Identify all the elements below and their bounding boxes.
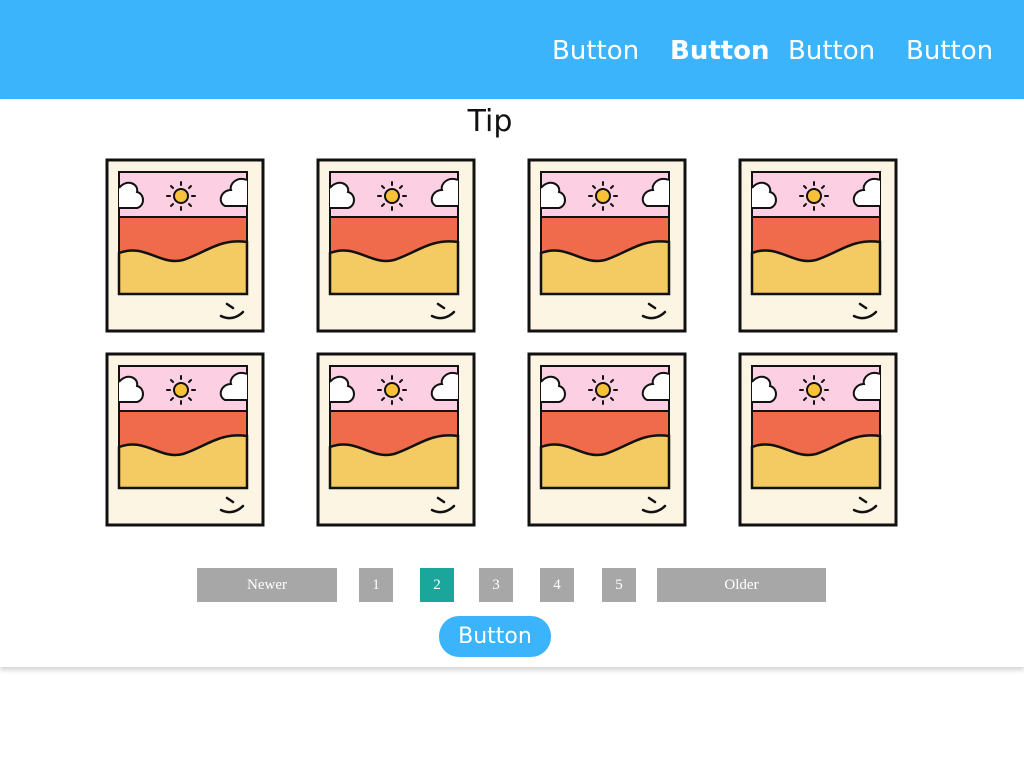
- polaroid-landscape-icon: [527, 352, 687, 527]
- gallery-item[interactable]: [105, 352, 265, 527]
- gallery-item[interactable]: [105, 158, 265, 333]
- page-button-5[interactable]: 5: [602, 568, 636, 602]
- nav-button-3[interactable]: Button: [788, 34, 875, 68]
- page-button-3[interactable]: 3: [479, 568, 513, 602]
- gallery-item[interactable]: [738, 352, 898, 527]
- nav-button-1[interactable]: Button: [552, 34, 639, 68]
- gallery-item[interactable]: [527, 352, 687, 527]
- gallery-item[interactable]: [738, 158, 898, 333]
- polaroid-landscape-icon: [316, 158, 476, 333]
- polaroid-landscape-icon: [738, 352, 898, 527]
- page-button-2[interactable]: 2: [420, 568, 454, 602]
- page-title: Tip: [467, 104, 513, 139]
- page-button-1[interactable]: 1: [359, 568, 393, 602]
- gallery-item[interactable]: [316, 158, 476, 333]
- polaroid-landscape-icon: [105, 158, 265, 333]
- top-nav: Button Button Button Button: [0, 0, 1024, 99]
- polaroid-landscape-icon: [527, 158, 687, 333]
- polaroid-landscape-icon: [105, 352, 265, 527]
- primary-button[interactable]: Button: [439, 616, 551, 657]
- header-bar: Button Button Button Button: [0, 0, 1024, 99]
- newer-button[interactable]: Newer: [197, 568, 337, 602]
- older-button[interactable]: Older: [657, 568, 826, 602]
- gallery-item[interactable]: [527, 158, 687, 333]
- polaroid-landscape-icon: [316, 352, 476, 527]
- page-button-4[interactable]: 4: [540, 568, 574, 602]
- polaroid-landscape-icon: [738, 158, 898, 333]
- nav-button-2[interactable]: Button: [670, 34, 770, 68]
- nav-button-4[interactable]: Button: [906, 34, 993, 68]
- gallery-item[interactable]: [316, 352, 476, 527]
